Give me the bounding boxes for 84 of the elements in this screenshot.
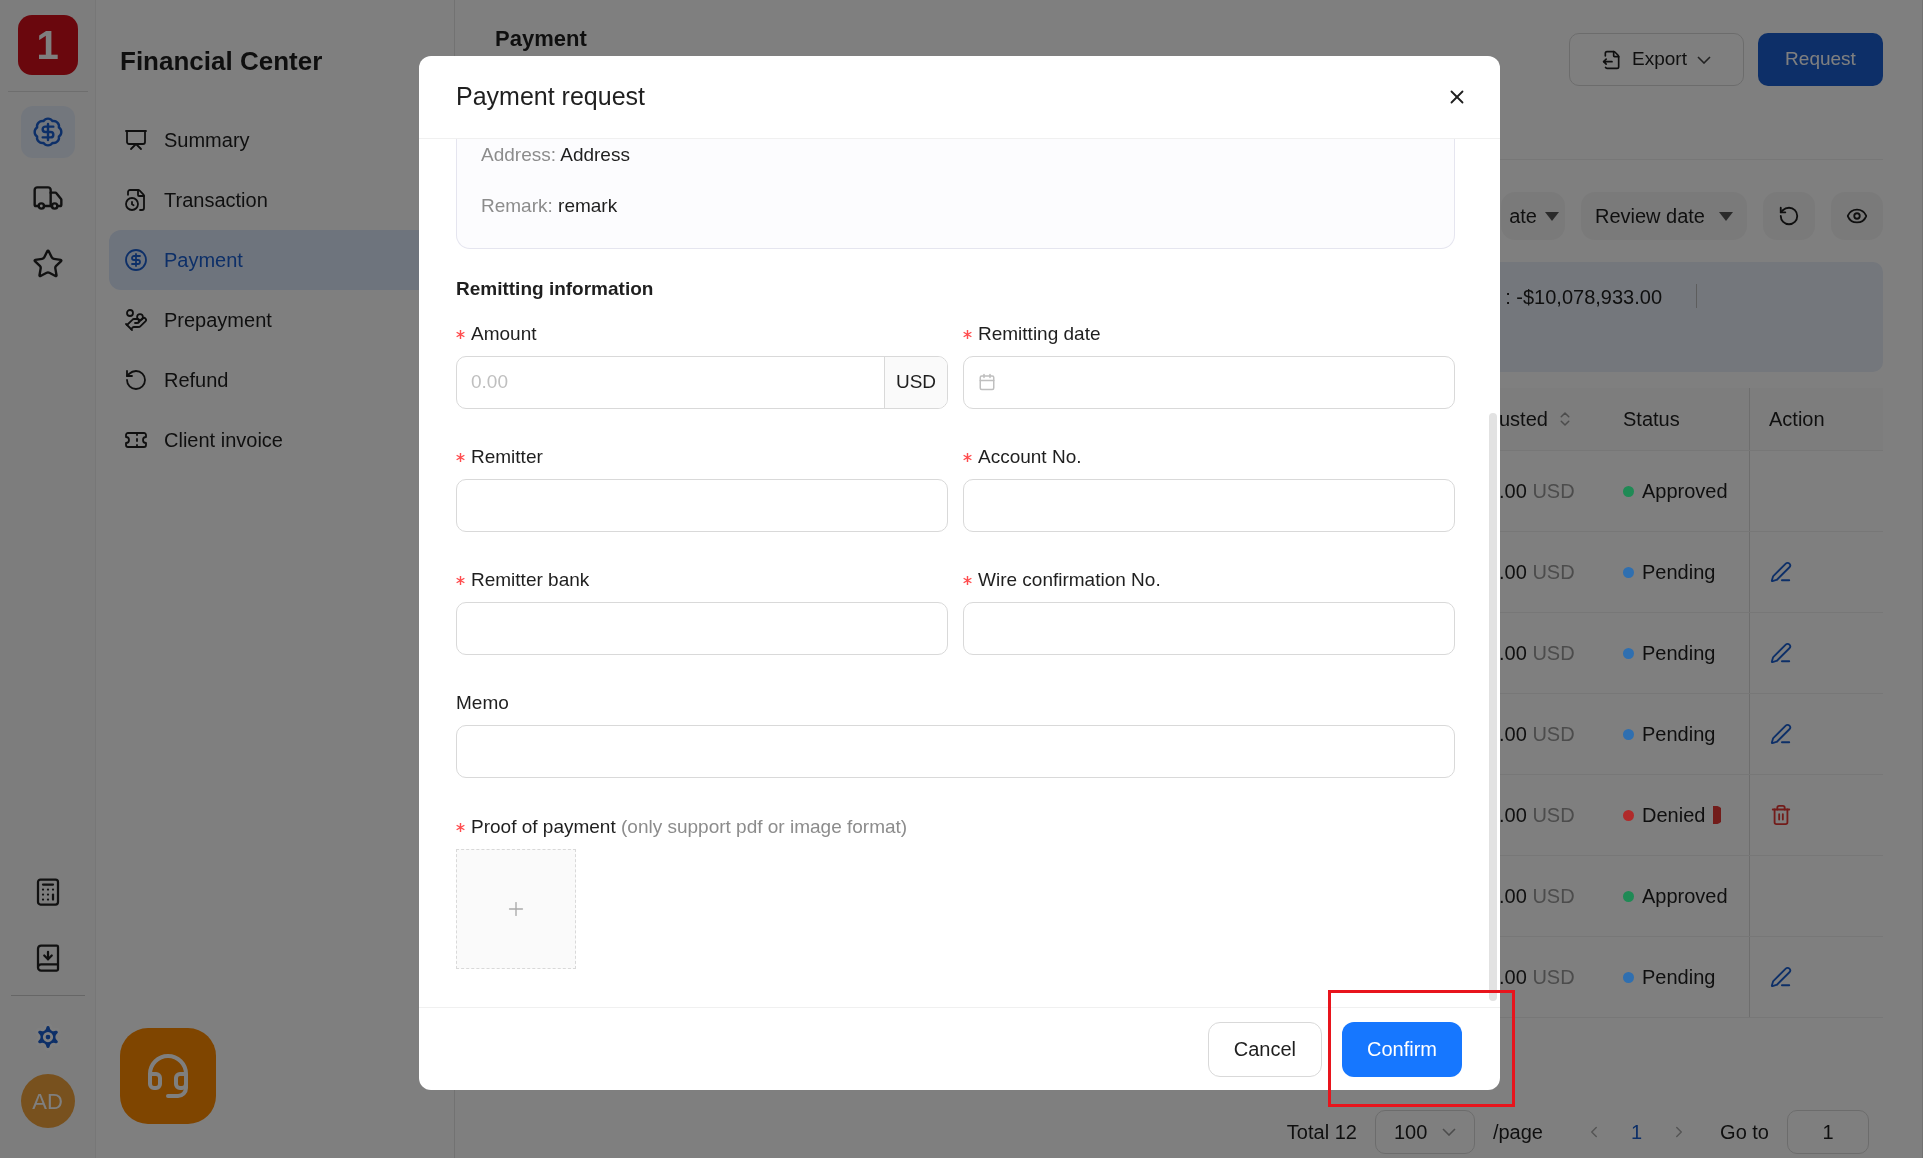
field-label: Amount [471, 322, 537, 347]
nav-item[interactable]: Summary [109, 110, 454, 170]
filter-dropdown[interactable]: Review date [1580, 192, 1747, 240]
amount-input[interactable]: 0.00 [457, 356, 884, 408]
column-header: Status [1622, 407, 1681, 432]
star-icon [31, 248, 64, 280]
app-logo[interactable]: 1 [17, 15, 78, 75]
clock-document-icon [124, 188, 148, 212]
detail-text: Address: Address [481, 143, 631, 167]
coin-hand-icon [124, 308, 148, 332]
text-field[interactable] [963, 601, 1455, 655]
filter-dropdown[interactable]: ate [1501, 192, 1565, 240]
status-text: Pending [1642, 965, 1716, 990]
cancel-button[interactable]: Cancel [1207, 1021, 1322, 1077]
summary-total: : -$10,078,933.00 [1505, 285, 1662, 310]
required-icon [456, 823, 465, 832]
nav-item[interactable]: Refund [109, 350, 454, 410]
amount-field[interactable]: 0.00 USD [456, 355, 948, 409]
goto-label: Go to [1720, 1120, 1769, 1145]
status-text: Pending [1642, 722, 1716, 747]
nav-item[interactable]: Transaction [109, 170, 454, 230]
field-label: Remitting date [978, 322, 1101, 347]
date-field[interactable] [963, 355, 1455, 409]
nav-title: Financial Center [119, 45, 324, 78]
required-icon [456, 576, 465, 585]
reload-button[interactable] [1763, 192, 1815, 240]
dollar-badge-icon [31, 116, 64, 148]
field-label: Account No. [978, 445, 1082, 470]
export-button[interactable]: Export [1569, 33, 1744, 86]
caret-icon [1544, 211, 1559, 221]
nav-item[interactable]: Prepayment [109, 290, 454, 350]
caret-icon [1719, 211, 1733, 221]
status-text: Pending [1642, 560, 1716, 585]
status-text: Pending [1642, 641, 1716, 666]
edit-icon[interactable] [1770, 642, 1792, 664]
total-count: Total 12 [1286, 1120, 1357, 1145]
scrollbar[interactable] [1489, 413, 1497, 1001]
trash-icon[interactable] [1770, 804, 1792, 826]
confirm-button[interactable]: Confirm [1342, 1021, 1462, 1077]
field-label: Remitter [471, 445, 543, 470]
column-header: Action [1749, 388, 1883, 450]
required-icon [963, 576, 972, 585]
visibility-button[interactable] [1831, 192, 1883, 240]
file-export-icon [1602, 49, 1623, 70]
column-header: usted [1499, 407, 1548, 432]
status-text: Approved [1642, 479, 1728, 504]
presentation-chart-icon [124, 128, 148, 152]
goto-field[interactable]: 1 [1787, 1110, 1869, 1154]
text-field[interactable] [456, 601, 948, 655]
page-size-select[interactable]: 100 [1374, 1110, 1475, 1154]
required-icon [963, 330, 972, 339]
edit-icon[interactable] [1770, 723, 1792, 745]
page-number[interactable]: 1 [1620, 1117, 1653, 1147]
page-title: Payment [495, 25, 587, 53]
field-label: Memo [456, 691, 509, 716]
edit-icon[interactable] [1770, 561, 1792, 583]
support-button[interactable] [120, 1028, 216, 1124]
alert-icon [1713, 806, 1722, 824]
upload-label: Proof of payment (only support pdf or image format) [471, 815, 908, 840]
detail-text: Remark: remark [481, 193, 619, 218]
calendar-icon [978, 373, 996, 391]
chevron-down-icon [1696, 55, 1711, 64]
text-field[interactable] [456, 724, 1455, 778]
edit-icon[interactable] [1770, 966, 1792, 988]
dollar-circle-icon [124, 248, 148, 272]
request-button[interactable]: Request [1758, 33, 1883, 86]
currency-addon: USD [884, 356, 947, 408]
text-field[interactable] [456, 478, 948, 532]
reload-icon [1778, 205, 1800, 227]
field-label: Wire confirmation No. [978, 568, 1161, 593]
section-heading: Remitting information [456, 277, 655, 301]
circular-arrow-icon [124, 368, 148, 392]
status-text: Denied [1642, 803, 1706, 828]
chevron-down-icon [1441, 1128, 1456, 1136]
required-icon [456, 453, 465, 462]
required-icon [456, 330, 465, 339]
field-label: Remitter bank [471, 568, 590, 593]
dialog-title: Payment request [456, 81, 645, 113]
status-text: Approved [1642, 884, 1728, 909]
nav-item[interactable]: Client invoice [109, 410, 454, 470]
required-icon [963, 453, 972, 462]
text-field[interactable] [963, 478, 1455, 532]
per-page-label: /page [1492, 1120, 1543, 1145]
rail-item[interactable] [20, 106, 75, 158]
